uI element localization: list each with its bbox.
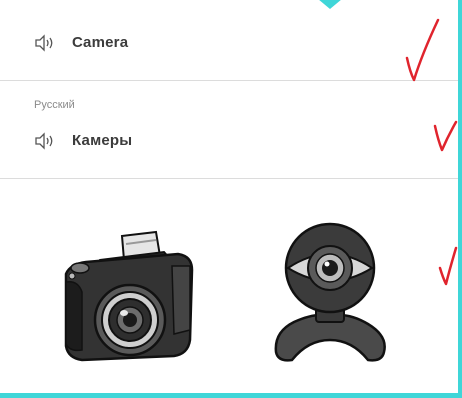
checkmark-icon [433, 120, 458, 152]
entry-translation-row: Русский Камеры [0, 81, 458, 179]
original-word: Camera [72, 34, 129, 51]
dictionary-card: Camera Русский Камеры [0, 0, 462, 393]
language-label: Русский [34, 99, 75, 111]
photo-camera-icon [64, 230, 194, 362]
webcam-icon [274, 222, 386, 362]
speaker-icon[interactable] [34, 132, 56, 150]
entry-original-row: Camera [0, 0, 458, 81]
translated-word: Камеры [72, 132, 133, 149]
checkmark-icon [405, 18, 440, 82]
speaker-icon[interactable] [34, 34, 56, 52]
checkmark-icon [438, 246, 458, 286]
